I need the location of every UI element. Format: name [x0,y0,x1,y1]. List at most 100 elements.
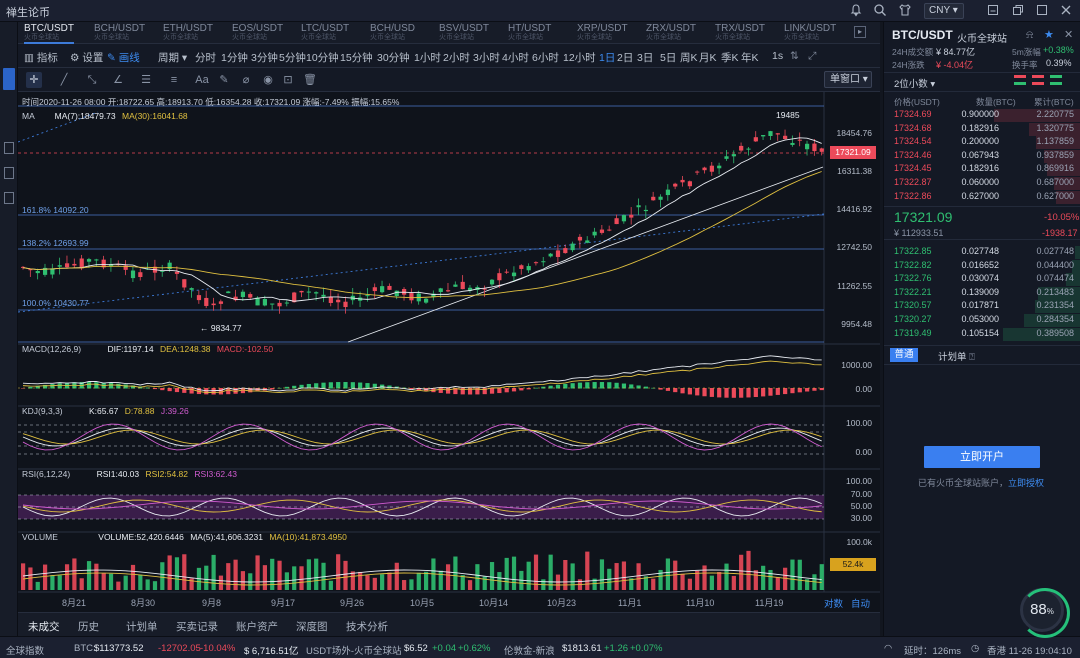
pair-tab[interactable]: EOS/USDT 火币全球站 [232,24,283,44]
period-option[interactable]: 季K [721,50,739,65]
period-option[interactable]: 5日 [660,50,676,65]
bid-row[interactable]: 17320.27 0.053000 0.284354 [884,314,1080,328]
period-option[interactable]: 2日 [617,50,633,65]
draw-button[interactable]: ✎ 画线 [107,50,140,65]
period-option[interactable]: 30分钟 [377,50,410,65]
bid-row[interactable]: 17322.85 0.027748 0.027748 [884,246,1080,260]
bell-icon[interactable] [848,3,864,19]
period-option[interactable]: 分时 [195,50,216,65]
pair-tab[interactable]: LINK/USDT 火币全球站 [784,24,836,44]
kline-chart[interactable]: 时间2020-11-26 08:00 开:18722.65 高:18913.70… [18,92,880,612]
performance-gauge[interactable]: 88% [1020,588,1070,638]
global-index-label[interactable]: 全球指数 [6,643,44,657]
document-icon[interactable] [4,142,14,154]
log-scale-button[interactable]: 对数 [824,596,843,610]
bottom-tab[interactable]: 账户资产 [236,619,278,634]
document-icon[interactable] [4,192,14,204]
star-icon[interactable]: ★ [1044,28,1054,41]
alert-icon[interactable]: ⍾ [1026,29,1033,42]
period-option[interactable]: 12小时 [563,50,596,65]
period-option[interactable]: 3小时 [473,50,500,65]
depth-both-icon[interactable] [1014,75,1026,85]
ask-row[interactable]: 17322.87 0.060000 0.687000 [884,177,1080,191]
bid-row[interactable]: 17322.82 0.016652 0.044400 [884,259,1080,274]
eye-icon[interactable]: ◉ [260,72,276,88]
expand-icon[interactable]: ⤢ [808,50,816,63]
period-option[interactable]: 4小时 [502,50,529,65]
decimals-select[interactable]: 2位小数 ▾ [894,76,935,90]
period-option[interactable]: 2小时 [443,50,470,65]
period-option[interactable]: 1小时 [414,50,441,65]
trendline-icon[interactable]: ╱ [56,72,72,88]
ask-row[interactable]: 17324.46 0.067943 0.937859 [884,149,1080,164]
angle-icon[interactable]: ∠ [110,72,126,88]
currency-select[interactable]: CNY ▾ [924,3,964,19]
maximize-icon[interactable] [1034,3,1050,19]
period-option[interactable]: 周K [680,50,698,65]
tab-plan-order[interactable]: 计划单 ⍰ [938,349,975,363]
pair-tab[interactable]: BCH/USDT 火币全球站 [94,24,145,44]
pair-tab[interactable]: ZRX/USDT 火币全球站 [646,24,696,44]
depth-asks-icon[interactable] [1032,75,1044,85]
ask-row[interactable]: 17324.45 0.182916 0.869916 [884,163,1080,177]
pair-tab[interactable]: HT/USDT 火币全球站 [508,24,551,44]
sidebar-active-marker[interactable] [3,68,15,90]
bid-row[interactable]: 17322.76 0.030074 0.074474 [884,273,1080,287]
bid-row[interactable]: 17322.21 0.139009 0.213483 [884,286,1080,301]
open-account-button[interactable]: 立即开户 [924,446,1040,468]
ask-row[interactable]: 17324.69 0.900000 2.220775 [884,109,1080,123]
ruler-icon[interactable]: ⌀ [238,72,254,88]
text-icon[interactable]: Aa [194,72,210,88]
period-option[interactable]: 5分钟 [279,50,306,65]
period-option[interactable]: 月K [699,50,717,65]
pair-tab[interactable]: BCH/USD 火币全球站 [370,24,415,44]
period-option[interactable]: 3日 [637,50,653,65]
period-option[interactable]: 1日 [599,50,615,65]
period-select[interactable]: 周期 ▾ [158,50,187,65]
bid-row[interactable]: 17319.49 0.105154 0.389508 [884,327,1080,342]
period-option[interactable]: 1分钟 [221,50,248,65]
fib-icon[interactable]: ≡ [166,72,182,88]
pair-tab[interactable]: BTC/USDT 火币全球站 [24,24,74,44]
shirt-icon[interactable] [897,3,913,19]
ask-row[interactable]: 17324.68 0.182916 1.320775 [884,122,1080,137]
bottom-tab[interactable]: 历史 [78,619,99,634]
more-tabs-icon[interactable]: ▸ [854,26,866,38]
period-option[interactable]: 6小时 [532,50,559,65]
pair-tab[interactable]: BSV/USDT 火币全球站 [439,24,489,44]
tab-normal-order[interactable]: 普通 [890,348,918,362]
ray-icon[interactable]: ⤡ [84,72,100,88]
bottom-tab[interactable]: 深度图 [296,619,328,634]
settings-button[interactable]: ⚙ 设置 [70,50,103,65]
close-icon[interactable] [1058,3,1074,19]
ask-row[interactable]: 17324.54 0.200000 1.137859 [884,136,1080,150]
bottom-tab[interactable]: 计划单 [126,619,158,634]
trash-icon[interactable]: 🗑 [302,72,318,88]
pen-icon[interactable]: ✎ [216,72,232,88]
pair-tab[interactable]: TRX/USDT 火币全球站 [715,24,765,44]
auto-scale-button[interactable]: 自动 [851,596,870,610]
parallel-lines-icon[interactable]: ☰ [138,72,154,88]
authorize-link[interactable]: 立即授权 [1008,478,1044,488]
restore-icon[interactable] [1010,3,1026,19]
depth-bids-icon[interactable] [1050,75,1062,85]
bottom-tab[interactable]: 买卖记录 [176,619,218,634]
search-icon[interactable] [872,3,888,19]
lock-icon[interactable]: ⊡ [280,72,296,88]
more-icon[interactable]: ⇅ [790,50,799,62]
pair-tab[interactable]: XRP/USDT 火币全球站 [577,24,628,44]
period-option[interactable]: 10分钟 [306,50,339,65]
crosshair-icon[interactable]: ✛ [26,72,42,88]
period-option[interactable]: 年K [741,50,759,65]
document-icon[interactable] [4,167,14,179]
minimize-icon[interactable] [985,3,1001,19]
panel-close-icon[interactable]: ✕ [1064,28,1073,41]
window-mode-select[interactable]: 单窗口 ▾ [824,71,872,88]
bid-row[interactable]: 17320.57 0.017871 0.231354 [884,300,1080,314]
bottom-tab[interactable]: 技术分析 [346,619,388,634]
period-option[interactable]: 15分钟 [340,50,373,65]
period-option[interactable]: 3分钟 [251,50,278,65]
pair-tab[interactable]: ETH/USDT 火币全球站 [163,24,213,44]
indicator-button[interactable]: ▥ 指标 [24,50,58,65]
ask-row[interactable]: 17322.86 0.627000 0.627000 [884,190,1080,205]
